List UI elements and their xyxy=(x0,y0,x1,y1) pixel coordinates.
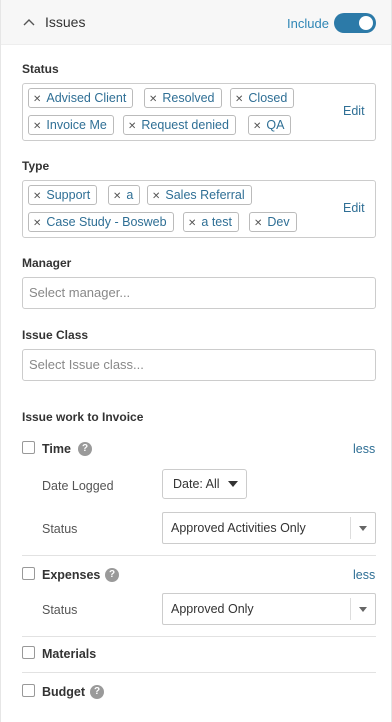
status-tag[interactable]: ✕ QA xyxy=(248,115,292,135)
type-tag[interactable]: ✕ Dev xyxy=(249,212,297,232)
type-tag[interactable]: ✕ Sales Referral xyxy=(147,185,252,205)
remove-icon[interactable]: ✕ xyxy=(188,218,196,229)
select-divider xyxy=(350,517,351,539)
help-icon[interactable]: ? xyxy=(105,568,119,582)
status-tag[interactable]: ✕ Closed xyxy=(230,88,295,108)
date-logged-label: Date Logged xyxy=(42,479,114,493)
time-checkbox[interactable] xyxy=(22,441,35,454)
remove-icon[interactable]: ✕ xyxy=(33,218,41,229)
manager-label: Manager xyxy=(22,256,72,270)
tag-label: a test xyxy=(201,215,232,229)
status-tag[interactable]: ✕ Request denied xyxy=(123,115,236,135)
help-icon[interactable]: ? xyxy=(78,442,92,456)
tag-label: Advised Client xyxy=(46,91,127,105)
remove-icon[interactable]: ✕ xyxy=(128,121,136,132)
caret-down-icon xyxy=(359,607,367,612)
remove-icon[interactable]: ✕ xyxy=(254,218,262,229)
expenses-checkbox[interactable] xyxy=(22,567,35,580)
type-tag[interactable]: ✕ a xyxy=(108,185,141,205)
budget-label: Budget xyxy=(42,685,86,699)
remove-icon[interactable]: ✕ xyxy=(113,191,121,202)
budget-checkbox[interactable] xyxy=(22,684,35,697)
type-edit-link[interactable]: Edit xyxy=(343,201,365,215)
tag-label: Case Study - Bosweb xyxy=(46,215,167,229)
manager-select-input[interactable]: Select manager... xyxy=(22,277,376,309)
materials-checkbox[interactable] xyxy=(22,646,35,659)
status-tag[interactable]: ✕ Advised Client xyxy=(28,88,134,108)
time-status-value: Approved Activities Only xyxy=(171,521,306,535)
time-status-label: Status xyxy=(42,522,78,536)
toggle-knob xyxy=(359,16,373,30)
issue-class-select-input[interactable]: Select Issue class... xyxy=(22,349,376,381)
type-tag-box[interactable]: ✕ Support ✕ a ✕ Sales Referral ✕ Case Study … xyxy=(22,180,376,238)
status-tag[interactable]: ✕ Invoice Me xyxy=(28,115,114,135)
issues-panel: Issues Include Status ✕ Advised Client ✕ R… xyxy=(0,0,392,722)
expenses-less-link[interactable]: less xyxy=(353,568,375,582)
status-edit-link[interactable]: Edit xyxy=(343,104,365,118)
select-divider xyxy=(350,598,351,620)
remove-icon[interactable]: ✕ xyxy=(235,94,243,105)
type-tag[interactable]: ✕ a test xyxy=(183,212,239,232)
divider xyxy=(22,672,376,673)
tag-label: QA xyxy=(266,118,285,132)
divider xyxy=(22,636,376,637)
tag-label: a xyxy=(126,188,134,202)
invoice-section-title: Issue work to Invoice xyxy=(22,410,144,424)
remove-icon[interactable]: ✕ xyxy=(253,121,261,132)
status-tag[interactable]: ✕ Resolved xyxy=(144,88,222,108)
divider xyxy=(22,555,376,556)
type-label: Type xyxy=(22,159,50,173)
remove-icon[interactable]: ✕ xyxy=(149,94,157,105)
caret-down-icon xyxy=(359,526,367,531)
remove-icon[interactable]: ✕ xyxy=(152,191,160,202)
chevron-up-icon[interactable] xyxy=(23,17,35,27)
status-tag-box[interactable]: ✕ Advised Client ✕ Resolved ✕ Closed ✕ Invoi… xyxy=(22,83,376,141)
remove-icon[interactable]: ✕ xyxy=(33,191,41,202)
tag-label: Request denied xyxy=(141,118,229,132)
issue-class-label: Issue Class xyxy=(22,328,89,342)
type-tag[interactable]: ✕ Case Study - Bosweb xyxy=(28,212,174,232)
remove-icon[interactable]: ✕ xyxy=(33,94,41,105)
tag-label: Resolved xyxy=(162,91,215,105)
time-label: Time xyxy=(42,442,71,456)
type-tag[interactable]: ✕ Support xyxy=(28,185,98,205)
date-filter-dropdown[interactable]: Date: All xyxy=(162,469,247,499)
include-toggle[interactable] xyxy=(334,13,376,33)
expenses-label: Expenses xyxy=(42,568,101,582)
tag-label: Invoice Me xyxy=(46,118,107,132)
help-icon[interactable]: ? xyxy=(90,685,104,699)
expenses-status-label: Status xyxy=(42,603,78,617)
status-label: Status xyxy=(22,62,59,76)
time-less-link[interactable]: less xyxy=(353,442,375,456)
time-status-select[interactable]: Approved Activities Only xyxy=(162,512,376,544)
tag-label: Closed xyxy=(248,91,288,105)
tag-label: Sales Referral xyxy=(165,188,245,202)
date-filter-value: Date: All xyxy=(173,477,220,491)
tag-label: Dev xyxy=(267,215,290,229)
include-label: Include xyxy=(287,16,329,31)
section-title: Issues xyxy=(45,14,86,30)
materials-label: Materials xyxy=(42,647,97,661)
tag-label: Support xyxy=(46,188,91,202)
expenses-status-select[interactable]: Approved Only xyxy=(162,593,376,625)
expenses-status-value: Approved Only xyxy=(171,602,254,616)
caret-down-icon xyxy=(228,481,238,487)
remove-icon[interactable]: ✕ xyxy=(33,121,41,132)
issues-header[interactable]: Issues Include xyxy=(1,0,391,45)
